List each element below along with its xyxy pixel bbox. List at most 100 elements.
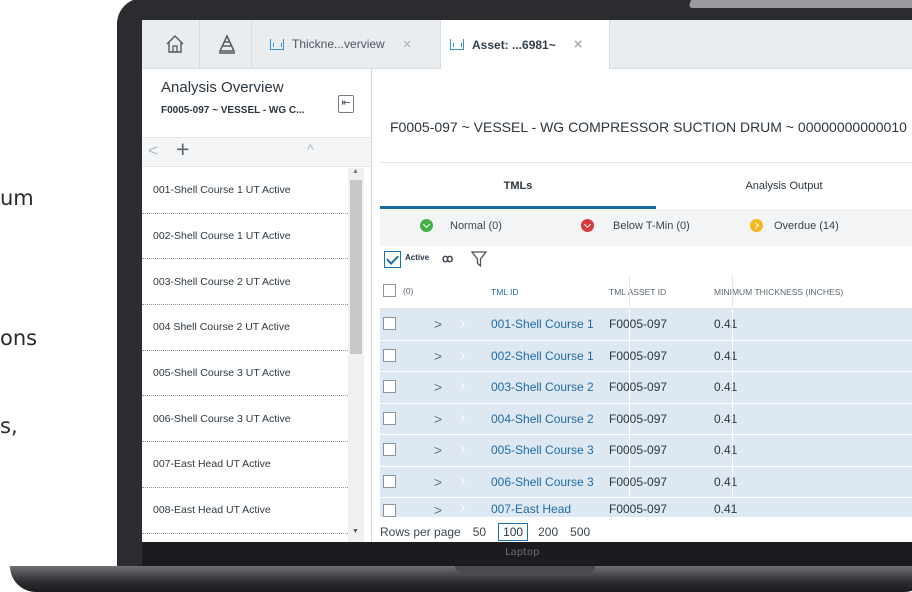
tab-home[interactable]: [150, 20, 200, 68]
expand-icon[interactable]: >: [400, 474, 456, 490]
list-item[interactable]: 004 Shell Course 2 UT Active: [142, 305, 348, 351]
chevron-up-icon[interactable]: ^: [307, 141, 314, 157]
list-item[interactable]: 006-Shell Course 3 UT Active: [142, 396, 348, 443]
back-icon[interactable]: <: [148, 141, 158, 161]
tml-asset-id: F0005-097: [609, 411, 668, 426]
filter-label: Below T-Min (0): [613, 219, 690, 232]
column-header-tml-asset-id[interactable]: TML ASSET ID: [609, 287, 714, 297]
close-icon[interactable]: ×: [574, 36, 583, 53]
column-separator: [732, 340, 733, 371]
column-separator: [732, 309, 733, 340]
row-checkbox-cell: [380, 378, 400, 396]
triangle-icon: [218, 34, 235, 54]
column-separator: [732, 372, 733, 403]
active-label: Active: [405, 253, 430, 262]
active-checkbox[interactable]: [384, 251, 401, 268]
expand-icon[interactable]: >: [400, 316, 456, 332]
min-thickness: 0.41: [714, 348, 738, 363]
row-checkbox-cell: [380, 315, 400, 333]
add-icon[interactable]: +: [176, 136, 189, 163]
min-thickness: 0.41: [714, 443, 738, 458]
list-scrollbar[interactable]: ▲ ▼: [348, 168, 364, 542]
main-panel: F0005-097 ~ VESSEL - WG COMPRESSOR SUCTI…: [373, 69, 912, 542]
column-separator: [732, 466, 733, 497]
list-item[interactable]: 005-Shell Course 3 UT Active: [142, 351, 348, 397]
expand-icon[interactable]: >: [400, 502, 456, 517]
filter-icon[interactable]: [469, 250, 489, 268]
page-size-option[interactable]: 500: [570, 525, 590, 539]
filter-normal[interactable]: Normal (0): [420, 219, 502, 232]
row-checkbox-cell: [380, 473, 400, 491]
expand-icon[interactable]: >: [400, 348, 456, 364]
laptop-lid-edge: [688, 0, 912, 8]
table-row[interactable]: > 004-Shell Course 2 F0005-097 0.41: [380, 403, 912, 435]
list-item[interactable]: 001-Shell Course 1 UT Active: [142, 168, 348, 214]
tml-id-link[interactable]: 002-Shell Course 1: [491, 349, 609, 363]
column-separator: [629, 466, 630, 497]
background-text-1: um: [0, 186, 34, 210]
tml-id-link[interactable]: 001-Shell Course 1: [491, 317, 609, 331]
tml-list: 001-Shell Course 1 UT Active 002-Shell C…: [142, 168, 348, 534]
column-header-tml-id[interactable]: TML ID: [491, 287, 609, 297]
tab-asset[interactable]: Asset: ...6981~ ×: [440, 20, 610, 69]
tml-id-link[interactable]: 006-Shell Course 3: [491, 475, 609, 489]
background-text-2: ons: [0, 326, 38, 350]
column-separator: [629, 309, 630, 340]
table-row[interactable]: > 005-Shell Course 3 F0005-097 0.41: [380, 435, 912, 467]
row-checkbox[interactable]: [383, 504, 396, 517]
collapse-panel-button[interactable]: ⇤: [338, 95, 354, 113]
chart-icon: [270, 38, 284, 50]
tab-thickness-overview[interactable]: Thickne...verview ×: [270, 20, 438, 68]
table-row[interactable]: > 002-Shell Course 1 F0005-097 0.41: [380, 340, 912, 372]
panel-title: Analysis Overview: [161, 79, 284, 96]
expand-icon[interactable]: >: [400, 411, 456, 427]
tml-id-link[interactable]: 005-Shell Course 3: [491, 443, 609, 457]
row-checkbox[interactable]: [383, 380, 396, 394]
row-checkbox-cell: [380, 441, 400, 459]
page-size-option-selected[interactable]: 100: [498, 523, 529, 541]
scroll-up-icon[interactable]: ▲: [352, 168, 359, 175]
tab-label: Asset: ...6981~: [472, 37, 556, 52]
select-all-checkbox[interactable]: [383, 284, 396, 297]
min-thickness: 0.41: [714, 317, 738, 332]
row-checkbox[interactable]: [383, 317, 396, 331]
status-cell: [456, 349, 491, 363]
table-row[interactable]: > 007-East Head F0005-097 0.41: [380, 498, 912, 518]
app-screen: Thickne...verview × Asset: ...6981~ × An…: [142, 20, 912, 542]
scrollbar-thumb[interactable]: [350, 180, 362, 354]
list-item[interactable]: 007-East Head UT Active: [142, 442, 348, 488]
close-icon[interactable]: ×: [403, 36, 412, 53]
table-row[interactable]: > 001-Shell Course 1 F0005-097 0.41: [380, 309, 912, 341]
status-cell: [456, 317, 491, 331]
row-checkbox[interactable]: [383, 443, 396, 457]
stage: um ons s, Laptop Thickne...verview × Ass…: [0, 0, 912, 592]
table-row[interactable]: > 006-Shell Course 3 F0005-097 0.41: [380, 466, 912, 498]
status-cell: [456, 380, 491, 394]
filter-overdue[interactable]: Overdue (14): [750, 219, 839, 232]
tab-asset-hierarchy[interactable]: [202, 20, 252, 68]
row-checkbox[interactable]: [383, 411, 396, 425]
tml-id-link[interactable]: 004-Shell Course 2: [491, 412, 609, 426]
tml-id-link[interactable]: 003-Shell Course 2: [491, 380, 609, 394]
row-checkbox[interactable]: [383, 348, 396, 362]
list-item[interactable]: 008-East Head UT Active: [142, 488, 348, 534]
expand-icon[interactable]: >: [400, 379, 456, 395]
tml-id-link[interactable]: 007-East Head: [491, 502, 609, 516]
rows-per-page-label: Rows per page: [380, 525, 461, 539]
tml-grid: (0) TML ID TML ASSET ID MINIMUM THICKNES…: [380, 275, 912, 518]
binoculars-icon[interactable]: ꝏ: [442, 252, 453, 265]
page-size-option[interactable]: 200: [538, 525, 558, 539]
tml-asset-id: F0005-097: [609, 502, 668, 516]
list-item[interactable]: 002-Shell Course 1 UT Active: [142, 214, 348, 260]
row-checkbox[interactable]: [383, 474, 396, 488]
tab-analysis-output[interactable]: Analysis Output: [656, 163, 912, 208]
filter-below-tmin[interactable]: Below T-Min (0): [581, 219, 690, 232]
expand-icon[interactable]: >: [400, 442, 456, 458]
table-row[interactable]: > 003-Shell Course 2 F0005-097 0.41: [380, 372, 912, 404]
column-header-min-thickness[interactable]: MINIMUM THICKNESS (INCHES): [714, 287, 912, 297]
column-separator: [629, 435, 630, 466]
scroll-down-icon[interactable]: ▼: [352, 528, 359, 535]
page-size-option[interactable]: 50: [473, 525, 486, 539]
list-item[interactable]: 003-Shell Course 2 UT Active: [142, 259, 348, 306]
tab-tmls[interactable]: TMLs: [380, 163, 656, 208]
